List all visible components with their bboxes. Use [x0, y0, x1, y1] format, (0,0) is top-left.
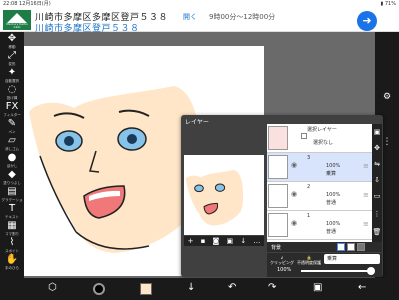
hand-icon: ✋: [5, 254, 19, 265]
tool-hand[interactable]: ✋ 手のひら: [0, 253, 24, 274]
preview-drawing: [185, 170, 244, 226]
trash-icon[interactable]: 🗑: [372, 228, 382, 236]
layer-panel-title: レイヤー: [185, 119, 209, 126]
background-row[interactable]: 背景: [267, 242, 382, 252]
opacity-track: [301, 270, 371, 272]
fill-icon: ◆: [8, 169, 16, 180]
blur-icon: ●: [7, 152, 17, 163]
directions-icon: ➜: [362, 14, 372, 27]
bg-white-swatch[interactable]: [337, 243, 345, 251]
current-color-swatch[interactable]: [140, 283, 152, 295]
pen-icon: ✎: [7, 118, 17, 129]
opacity-slider[interactable]: 100%: [277, 267, 377, 275]
layers-icon[interactable]: ▣: [313, 282, 322, 293]
filter-icon: FX: [5, 101, 19, 112]
flip-icon[interactable]: ⇋: [372, 160, 382, 168]
opacity-knob[interactable]: [367, 267, 375, 275]
layer-1[interactable]: ◉ 1 100% 普通 ≡: [267, 211, 372, 240]
frame-icon: ▦: [7, 220, 17, 231]
visibility-icon[interactable]: ◉: [291, 219, 297, 227]
wand-icon: ✦: [7, 67, 17, 78]
more-icon[interactable]: …: [253, 236, 260, 246]
eraser-icon: ▱: [8, 135, 16, 146]
transform-icon: ⤢: [8, 50, 16, 61]
settings-icon[interactable]: ⚙: [375, 92, 399, 102]
image-icon[interactable]: ▣: [227, 236, 234, 246]
download-icon[interactable]: ↓: [187, 282, 195, 293]
drag-handle-icon[interactable]: ≡: [363, 191, 369, 199]
move-layer-icon[interactable]: ✥: [372, 144, 382, 152]
layer-2[interactable]: ◉ 2 100% 普通 ≡: [267, 182, 372, 211]
battery-indicator: ▮ 71%: [380, 1, 396, 7]
clipping-toggle[interactable]: ↲ クリッピング: [270, 255, 294, 266]
merge-down-icon[interactable]: ⇩: [372, 176, 382, 184]
redo-icon[interactable]: ↷: [268, 282, 276, 293]
lasso-icon: ◌: [7, 84, 17, 95]
shop-logo: Mercury Kaiho Club: [3, 10, 31, 30]
layer-panel[interactable]: レイヤー + ▪ ◙ ▣ ↓ … 選択レイヤー 選択なし ◉ 3 100% 乗算…: [181, 115, 383, 277]
shape-icon[interactable]: ⬡: [48, 282, 57, 293]
copy-icon[interactable]: ▣: [372, 128, 382, 136]
selection-layer[interactable]: 選択レイヤー 選択なし: [267, 124, 372, 153]
clear-icon[interactable]: ▭: [372, 192, 382, 200]
back-icon[interactable]: ←: [358, 282, 366, 293]
layer-3[interactable]: ◉ 3 100% 乗算 ≡: [267, 153, 372, 182]
drag-handle-icon[interactable]: ≡: [363, 220, 369, 228]
visibility-icon[interactable]: ◉: [291, 161, 297, 169]
layer-list: 選択レイヤー 選択なし ◉ 3 100% 乗算 ≡ ◉ 2 100% 普通 ≡ …: [267, 124, 382, 242]
layer-thumb: [268, 155, 288, 179]
bg-white-swatch-2[interactable]: [347, 243, 355, 251]
preview-left-eye: [194, 184, 204, 193]
blend-mode-select[interactable]: 乗算: [324, 254, 380, 264]
location-banner[interactable]: Mercury Kaiho Club 川崎市多摩区多摩区登戸５３８ 川崎市多摩区…: [0, 8, 399, 34]
opacity-lock-toggle[interactable]: 🔒 不透明度保護: [297, 255, 321, 266]
left-pupil: [64, 136, 74, 146]
add-layer-icon[interactable]: +: [188, 236, 194, 246]
visibility-icon[interactable]: ◉: [291, 190, 297, 198]
status-bar: 22:08 12月16日(月) ▮ 71%: [0, 0, 399, 8]
layer-thumb: [268, 213, 288, 237]
layer-side-tools: ▣ ✥ ⇋ ⇩ ▭ ⋮ 🗑: [372, 124, 382, 242]
skin-fill: [29, 86, 202, 253]
more-menu-icon[interactable]: ⋮: [372, 210, 382, 218]
business-hours: 9時00分～12時00分: [209, 13, 276, 21]
layer-thumb: [268, 184, 288, 208]
bg-transparent-swatch[interactable]: [357, 243, 365, 251]
preview-skin: [185, 170, 244, 226]
selection-checkbox[interactable]: [301, 133, 307, 139]
undo-icon[interactable]: ↶: [228, 282, 236, 293]
text-icon: T: [8, 203, 16, 214]
color-picker-button[interactable]: [93, 283, 105, 295]
gradient-icon: ▤: [7, 186, 17, 197]
layer-bottom-controls: ↲ クリッピング 🔒 不透明度保護 乗算 100%: [267, 253, 382, 277]
eyedropper-icon: ⌇: [9, 237, 15, 248]
status-time: 22:08 12月16日(月): [3, 1, 51, 7]
selection-thumb: [268, 126, 288, 150]
tool-bar: ✥ 移動 ⤢ 変形 ✦ 自動選択 ◌ 投げ縄 FX フィルター ✎ ペン ▱ 消しゴム ● ぼか…: [0, 32, 24, 278]
move-icon: ✥: [7, 33, 17, 44]
directions-button[interactable]: ➜: [357, 11, 377, 31]
layer-actions-bar: + ▪ ◙ ▣ ↓ …: [184, 236, 264, 246]
right-pupil: [127, 134, 137, 144]
open-status: 開く: [183, 13, 197, 21]
merge-icon[interactable]: ↓: [240, 236, 246, 246]
layer-preview: [184, 155, 264, 235]
preview-right-eye: [214, 183, 226, 192]
add-folder-icon[interactable]: ▪: [201, 236, 206, 246]
drag-handle-icon[interactable]: ≡: [363, 162, 369, 170]
camera-icon[interactable]: ◙: [213, 236, 220, 246]
bottom-bar: ⬡ ↓ ↶ ↷ ▣ ←: [0, 278, 399, 300]
